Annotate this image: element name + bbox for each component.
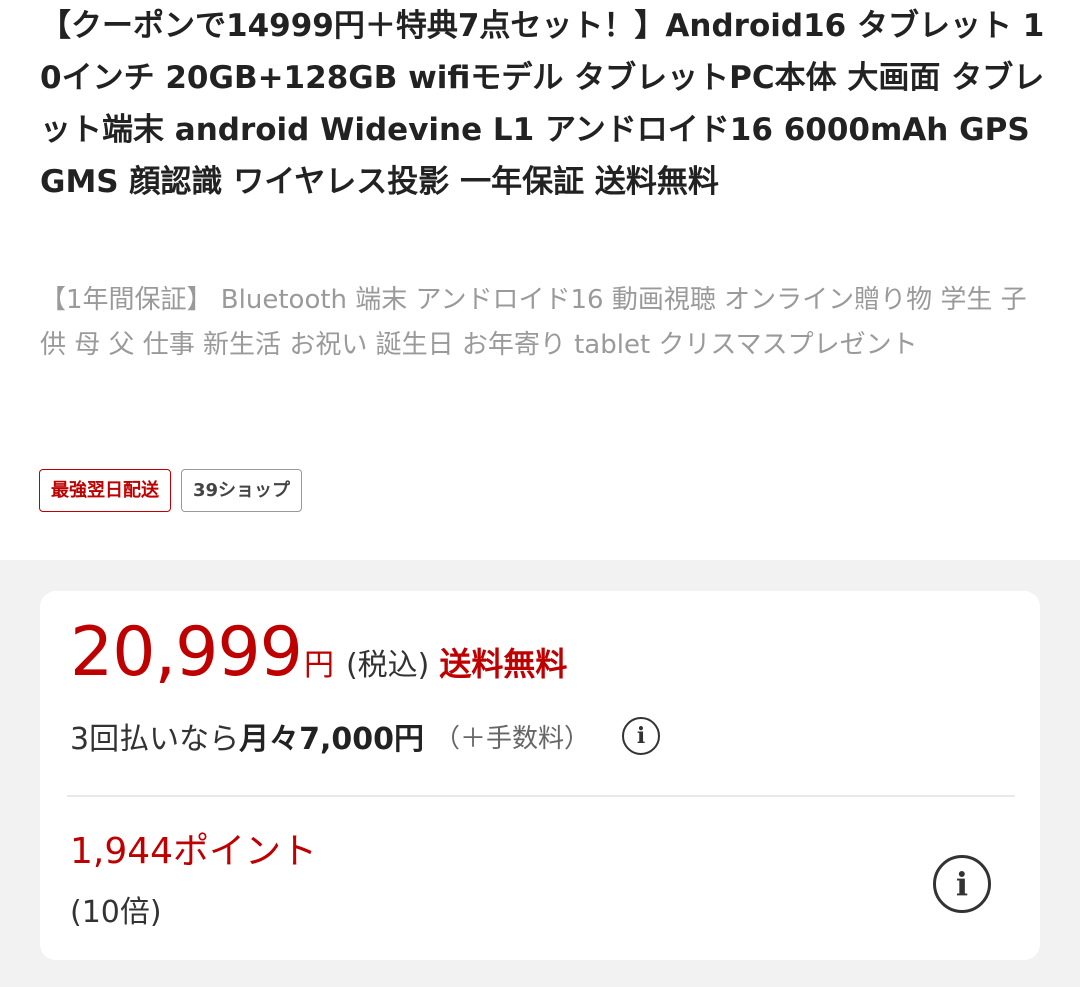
next-day-delivery-badge[interactable]: 最強翌日配送 bbox=[39, 469, 171, 512]
installment-info-icon[interactable]: i bbox=[622, 717, 661, 755]
points-amount: 1,944ポイント bbox=[70, 831, 318, 872]
product-header: 【クーポンで14999円＋特典7点セット！】Android16 タブレット 10… bbox=[0, 0, 1080, 560]
price-currency: 円 bbox=[303, 648, 334, 683]
points-info-icon[interactable]: i bbox=[933, 855, 991, 913]
installment-fee-note: （＋手数料） bbox=[434, 723, 591, 754]
shop-badge[interactable]: 39ショップ bbox=[181, 469, 303, 512]
product-title: 【クーポンで14999円＋特典7点セット！】Android16 タブレット 10… bbox=[40, 8, 1045, 200]
divider bbox=[67, 795, 1015, 797]
free-shipping-label: 送料無料 bbox=[439, 645, 568, 683]
price-card: 20,999 円 (税込) 送料無料 3回払いなら 月々7,000円 （＋手数料… bbox=[40, 591, 1040, 960]
price-row: 20,999 円 (税込) 送料無料 bbox=[70, 613, 567, 693]
installment-row: 3回払いなら 月々7,000円 （＋手数料） i bbox=[70, 711, 661, 761]
points-multiplier: (10倍) bbox=[70, 895, 162, 930]
product-subtitle: 【1年間保証】 Bluetooth 端末 アンドロイド16 動画視聴 オンライン… bbox=[40, 285, 1027, 360]
price-value: 20,999 bbox=[70, 613, 303, 692]
installment-amount: 月々7,000円 bbox=[239, 722, 424, 757]
tax-label: (税込) bbox=[345, 648, 430, 683]
installment-prefix: 3回払いなら bbox=[70, 722, 240, 757]
badge-row: 最強翌日配送 39ショップ bbox=[39, 469, 303, 512]
